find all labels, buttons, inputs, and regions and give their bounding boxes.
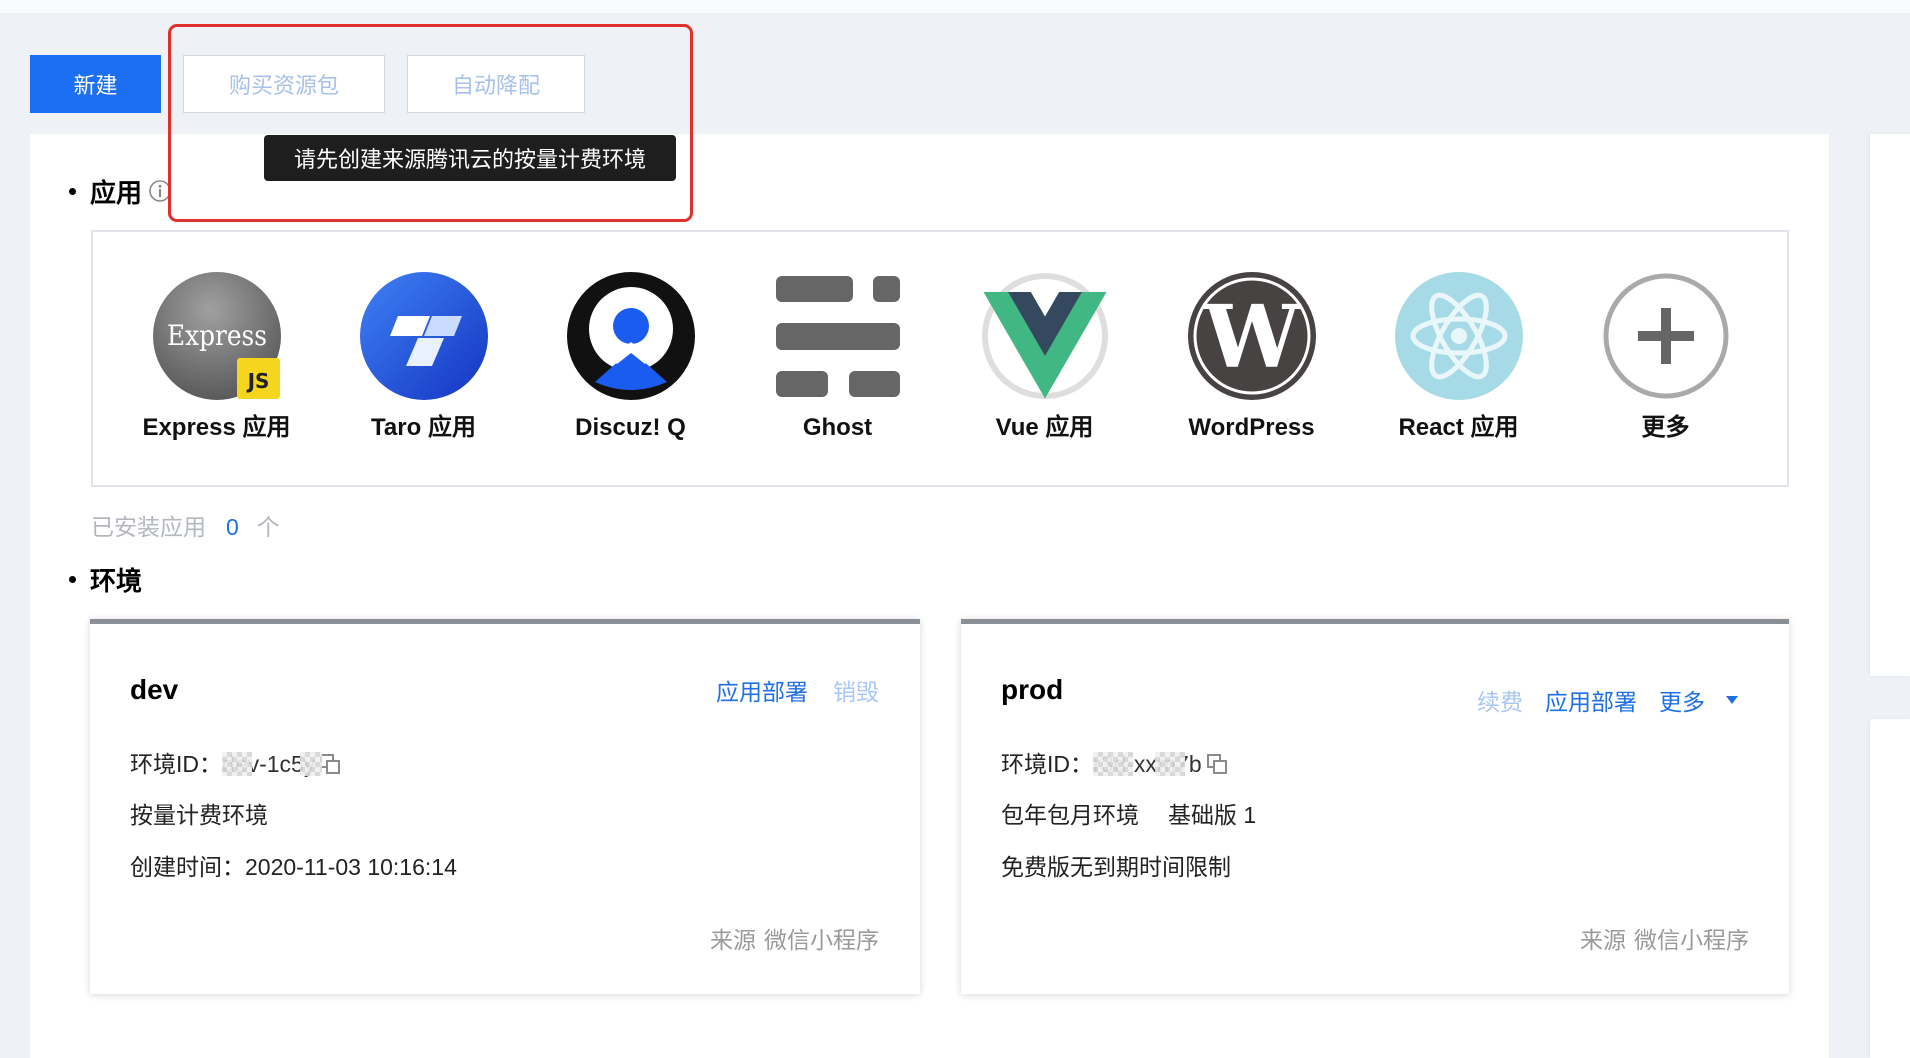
- deploy-app-link[interactable]: 应用部署: [716, 673, 808, 707]
- bullet: [69, 575, 76, 583]
- created-value: 2020-11-03 10:16:14: [245, 854, 457, 880]
- env-source: 来源 微信小程序: [710, 926, 879, 954]
- env-title-text: 环境: [90, 565, 143, 596]
- info-icon[interactable]: [148, 179, 172, 203]
- disabled-tooltip: 请先创建来源腾讯云的按量计费环境: [264, 135, 676, 181]
- env-plan: 包年包月环境: [1001, 802, 1139, 828]
- env-actions: 应用部署 销毁: [716, 673, 879, 707]
- app-react[interactable]: React 应用: [1355, 272, 1562, 485]
- destroy-link[interactable]: 销毁: [833, 673, 879, 707]
- js-badge-text: JS: [245, 369, 269, 393]
- env-id-row: 环境ID： dev-1c5y: [130, 750, 341, 778]
- apps-section-title: 应用: [69, 174, 172, 208]
- more-dropdown[interactable]: 更多: [1659, 683, 1705, 717]
- app-more[interactable]: 更多: [1562, 272, 1769, 485]
- installed-label: 已安装应用: [91, 514, 206, 540]
- deploy-app-link[interactable]: 应用部署: [1545, 683, 1637, 717]
- env-id-value: dev-1c5y: [222, 750, 322, 778]
- app-label: React 应用: [1398, 414, 1519, 441]
- copy-icon[interactable]: [1206, 753, 1228, 775]
- wordpress-icon: W: [1187, 272, 1316, 400]
- env-id-row: 环境ID： r3d-xxm7b: [1001, 750, 1228, 778]
- source-label: 来源: [710, 927, 756, 953]
- renew-link[interactable]: 续费: [1477, 683, 1523, 717]
- source-label: 来源: [1580, 927, 1626, 953]
- created-label: 创建时间：: [130, 854, 245, 880]
- react-icon: [1394, 272, 1523, 400]
- app-label: Vue 应用: [995, 414, 1094, 441]
- express-icon: Express JS: [152, 272, 281, 400]
- apps-gallery: Express JS Express 应用 Taro 应用 Discuz! Q …: [91, 230, 1789, 487]
- app-discuz-q[interactable]: Discuz! Q: [527, 272, 734, 485]
- env-id-label: 环境ID：: [1001, 751, 1093, 777]
- wordpress-logo-text: W: [1202, 287, 1301, 388]
- env-created-row: 创建时间： 2020-11-03 10:16:14: [130, 853, 457, 881]
- env-section-title: 环境: [69, 562, 142, 596]
- env-name: dev: [130, 674, 179, 705]
- env-source: 来源 微信小程序: [1580, 926, 1749, 954]
- source-value: 微信小程序: [1634, 927, 1749, 953]
- copy-icon[interactable]: [319, 753, 341, 775]
- taro-icon: [359, 272, 488, 400]
- app-ghost[interactable]: Ghost: [734, 272, 941, 485]
- discuz-q-icon: [566, 272, 695, 400]
- env-card-prod: prod 续费 应用部署 更多 环境ID： r3d-xxm7b 包年包月环境 基…: [961, 619, 1789, 994]
- env-billing: 按量计费环境: [130, 802, 268, 828]
- app-label: WordPress: [1188, 414, 1315, 441]
- apps-title-text: 应用: [90, 177, 143, 208]
- redaction-mosaic: [222, 752, 252, 776]
- ghost-icon: [775, 276, 900, 397]
- app-wordpress[interactable]: W WordPress: [1148, 272, 1355, 485]
- bullet: [69, 187, 76, 195]
- redaction-mosaic: [1155, 752, 1185, 776]
- app-label: Taro 应用: [371, 414, 476, 441]
- env-name: prod: [1001, 674, 1064, 705]
- top-strip: [0, 0, 1910, 13]
- plus-circle-icon: [1603, 273, 1728, 399]
- new-button[interactable]: 新建: [30, 55, 161, 113]
- buy-package-button[interactable]: 购买资源包: [183, 55, 385, 113]
- app-label: Express 应用: [142, 414, 291, 441]
- installed-unit: 个: [256, 514, 280, 540]
- redaction-mosaic: [1093, 752, 1133, 776]
- app-taro[interactable]: Taro 应用: [320, 272, 527, 485]
- env-actions: 续费 应用部署 更多: [1477, 683, 1739, 717]
- env-id-value: r3d-xxm7b: [1093, 750, 1202, 778]
- app-vue[interactable]: Vue 应用: [941, 272, 1148, 485]
- express-logo-text: Express: [167, 319, 267, 352]
- side-panel-bottom: [1870, 719, 1910, 1058]
- app-label: 更多: [1641, 414, 1690, 441]
- installed-count[interactable]: 0: [226, 513, 239, 541]
- env-tier: 基础版 1: [1168, 802, 1257, 828]
- auto-downgrade-button[interactable]: 自动降配: [407, 55, 585, 113]
- env-plan-row: 包年包月环境 基础版 1: [1001, 801, 1256, 829]
- app-label: Discuz! Q: [575, 414, 686, 441]
- redaction-mosaic: [300, 752, 322, 776]
- installed-apps-count: 已安装应用 0 个: [91, 513, 280, 541]
- app-express[interactable]: Express JS Express 应用: [113, 272, 320, 485]
- side-panel-top: [1870, 134, 1910, 676]
- app-label: Ghost: [802, 414, 873, 441]
- caret-down-icon[interactable]: [1725, 695, 1739, 705]
- env-card-dev: dev 应用部署 销毁 环境ID： dev-1c5y 按量计费环境 创建时间： …: [90, 619, 920, 994]
- vue-icon: [981, 273, 1108, 399]
- source-value: 微信小程序: [764, 927, 879, 953]
- env-id-label: 环境ID：: [130, 751, 222, 777]
- env-expiry: 免费版无到期时间限制: [1001, 854, 1231, 880]
